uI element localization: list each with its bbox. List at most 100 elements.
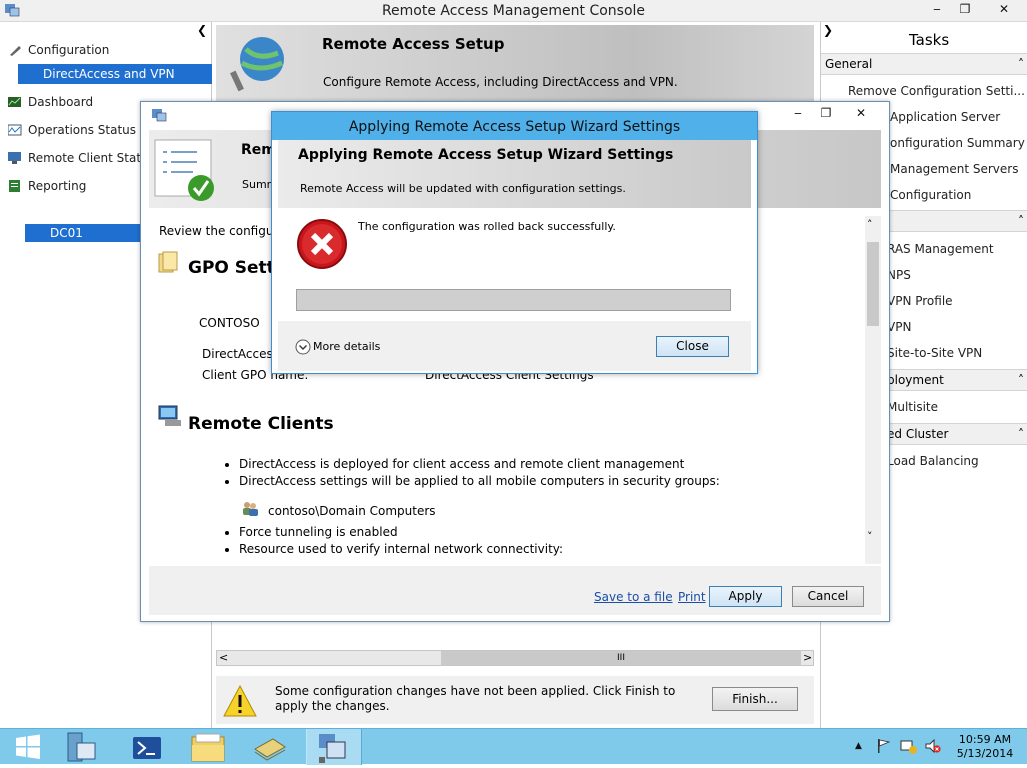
collapse-nav-button[interactable]: ❮ bbox=[197, 23, 207, 37]
sidebar-item-remote-client-status[interactable]: Remote Client Status bbox=[8, 148, 155, 168]
print-link[interactable]: Print bbox=[678, 590, 706, 604]
task-vpn-profile[interactable]: VPN Profile bbox=[887, 294, 953, 308]
list-item: DirectAccess is deployed for client acce… bbox=[239, 456, 720, 473]
report-icon bbox=[8, 178, 22, 192]
tasks-section-general[interactable]: General ˄ bbox=[821, 53, 1027, 75]
computer-icon bbox=[157, 404, 183, 428]
domain-name: CONTOSO bbox=[199, 316, 260, 330]
close-icon: ✕ bbox=[855, 106, 867, 120]
collapse-icon: ˄ bbox=[1018, 214, 1024, 228]
monitor-icon bbox=[8, 150, 22, 164]
notice-text: Some configuration changes have not been… bbox=[275, 684, 676, 713]
dashboard-icon bbox=[8, 94, 22, 107]
windows-logo-icon bbox=[16, 734, 40, 759]
documents-icon[interactable] bbox=[243, 729, 295, 765]
directaccess-label: DirectAccess bbox=[202, 347, 280, 361]
sidebar-item-directaccess-vpn[interactable]: DirectAccess and VPN bbox=[18, 64, 212, 84]
chevron-down-icon[interactable] bbox=[295, 339, 311, 355]
expand-tasks-button[interactable]: ❯ bbox=[823, 23, 833, 37]
sidebar-item-reporting[interactable]: Reporting bbox=[8, 176, 86, 196]
list-item: Resource used to verify internal network… bbox=[239, 541, 563, 558]
task-remove-config[interactable]: Remove Configuration Setti... bbox=[848, 84, 1025, 98]
security-group: contoso\Domain Computers bbox=[268, 504, 436, 518]
main-title-bar: Remote Access Management Console ‒ ❐ ✕ bbox=[0, 0, 1027, 22]
operations-icon bbox=[7, 122, 22, 136]
powershell-icon[interactable] bbox=[121, 729, 173, 765]
close-dialog-button[interactable]: Close bbox=[656, 336, 729, 357]
task-site-to-site-vpn[interactable]: Site-to-Site VPN bbox=[887, 346, 982, 360]
restore-button[interactable]: ❐ bbox=[948, 0, 982, 20]
scroll-up-arrow[interactable]: ˄ bbox=[867, 218, 873, 231]
scrollbar-thumb[interactable] bbox=[867, 242, 879, 326]
close-button[interactable]: ✕ bbox=[984, 0, 1024, 20]
task-load-balancing[interactable]: Load Balancing bbox=[887, 454, 979, 468]
task-ras-management[interactable]: RAS Management bbox=[887, 242, 994, 256]
clock-date: 5/13/2014 bbox=[956, 747, 1014, 760]
collapse-icon: ˄ bbox=[1018, 427, 1024, 441]
checklist-icon bbox=[153, 138, 217, 202]
folder-icon bbox=[157, 250, 181, 274]
system-clock[interactable]: 10:59 AM 5/13/2014 bbox=[955, 733, 1015, 761]
dialog-header-subtitle: Remote Access will be updated with confi… bbox=[300, 182, 626, 195]
banner-subtitle: Configure Remote Access, including Direc… bbox=[323, 75, 678, 89]
task-configuration-summary[interactable]: onfiguration Summary bbox=[890, 136, 1025, 150]
volume-muted-icon[interactable] bbox=[924, 738, 942, 754]
remote-access-taskbar-icon[interactable] bbox=[306, 729, 362, 765]
dialog-header: Applying Remote Access Setup Wizard Sett… bbox=[278, 140, 751, 208]
task-nps[interactable]: NPS bbox=[887, 268, 911, 282]
horizontal-scrollbar[interactable]: < III > bbox=[216, 650, 814, 666]
status-message: The configuration was rolled back succes… bbox=[358, 220, 616, 233]
apply-settings-dialog: Applying Remote Access Setup Wizard Sett… bbox=[271, 111, 758, 374]
list-item: Force tunneling is enabled bbox=[239, 524, 563, 541]
gpo-heading: GPO Setti bbox=[188, 258, 281, 278]
wrench-icon bbox=[8, 42, 22, 56]
users-icon bbox=[241, 500, 259, 516]
sidebar-item-operations-status[interactable]: Operations Status bbox=[7, 120, 136, 140]
window-title: Remote Access Management Console bbox=[381, 3, 646, 19]
scrollbar-thumb[interactable]: III bbox=[441, 651, 801, 665]
cancel-button[interactable]: Cancel bbox=[792, 586, 864, 607]
scroll-down-arrow[interactable]: ˅ bbox=[867, 530, 873, 543]
collapse-icon: ˄ bbox=[1018, 373, 1024, 387]
task-management-servers[interactable]: Management Servers bbox=[890, 162, 1018, 176]
task-application-server[interactable]: Application Server bbox=[890, 110, 1000, 124]
file-explorer-icon[interactable] bbox=[182, 729, 234, 765]
sidebar-item-configuration[interactable]: Configuration bbox=[8, 40, 109, 60]
notice-bar: Some configuration changes have not been… bbox=[216, 676, 814, 724]
list-item: DirectAccess settings will be applied to… bbox=[239, 473, 720, 490]
dialog-title: Applying Remote Access Setup Wizard Sett… bbox=[348, 119, 681, 135]
wizard-close-button[interactable]: ✕ bbox=[844, 104, 878, 124]
dialog-header-title: Applying Remote Access Setup Wizard Sett… bbox=[298, 147, 674, 163]
flag-icon[interactable] bbox=[876, 738, 892, 754]
task-multisite[interactable]: Multisite bbox=[887, 400, 938, 414]
dialog-footer: More details Close bbox=[278, 321, 751, 371]
remote-clients-list-2: Force tunneling is enabled Resource used… bbox=[239, 524, 563, 558]
scroll-right-arrow[interactable]: > bbox=[803, 651, 812, 664]
show-hidden-icons[interactable]: ▲ bbox=[855, 741, 862, 751]
start-button[interactable] bbox=[2, 729, 54, 765]
more-details-toggle[interactable]: More details bbox=[313, 340, 380, 353]
sidebar-item-dashboard[interactable]: Dashboard bbox=[8, 92, 93, 112]
task-configuration[interactable]: Configuration bbox=[890, 188, 971, 202]
wizard-restore-button[interactable]: ❐ bbox=[809, 104, 843, 124]
finish-button[interactable]: Finish... bbox=[712, 687, 798, 711]
close-icon: ✕ bbox=[998, 2, 1010, 16]
server-icon bbox=[151, 108, 167, 122]
server-manager-taskbar-icon[interactable] bbox=[55, 729, 107, 765]
clock-time: 10:59 AM bbox=[958, 733, 1012, 746]
network-icon[interactable] bbox=[900, 738, 918, 754]
task-vpn[interactable]: VPN bbox=[887, 320, 911, 334]
save-to-file-link[interactable]: Save to a file bbox=[594, 590, 673, 604]
minimize-icon: ‒ bbox=[794, 106, 802, 120]
restore-icon: ❐ bbox=[820, 106, 832, 120]
scroll-left-arrow[interactable]: < bbox=[219, 651, 228, 664]
globe-icon bbox=[228, 33, 286, 93]
collapse-icon: ˄ bbox=[1018, 57, 1024, 71]
minimize-icon: ‒ bbox=[933, 2, 941, 16]
dialog-body: The configuration was rolled back succes… bbox=[278, 208, 751, 321]
dialog-title-bar: Applying Remote Access Setup Wizard Sett… bbox=[272, 112, 757, 140]
vertical-scrollbar[interactable]: ˄ ˅ bbox=[865, 216, 881, 564]
warning-icon bbox=[222, 684, 258, 718]
restore-icon: ❐ bbox=[959, 2, 971, 16]
apply-button[interactable]: Apply bbox=[709, 586, 782, 607]
